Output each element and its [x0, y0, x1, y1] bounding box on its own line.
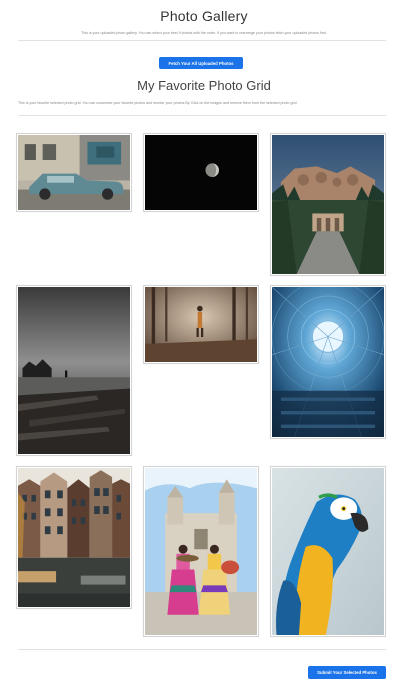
photo-glass-dome[interactable]: [270, 285, 386, 439]
photo-vintage-car-image: [18, 135, 130, 210]
grid-title: My Favorite Photo Grid: [137, 78, 271, 93]
photo-moon[interactable]: [143, 133, 259, 212]
photo-macaw[interactable]: [270, 466, 386, 637]
photo-stormy-shore-image: [18, 287, 130, 454]
photo-foggy-forest-image: [145, 287, 257, 362]
photo-macaw-image: [272, 468, 384, 635]
gallery-description: This is your uploaded photo gallery. You…: [81, 31, 327, 35]
photo-traditional-dress[interactable]: [143, 466, 259, 637]
gallery-title: Photo Gallery: [160, 8, 248, 24]
photo-vintage-car[interactable]: [16, 133, 132, 212]
photo-foggy-forest[interactable]: [143, 285, 259, 364]
grid-description: This is your favorite selected photo gri…: [18, 101, 298, 105]
photo-canal-houses-image: [18, 468, 130, 607]
photo-traditional-dress-image: [145, 468, 257, 635]
divider: [18, 40, 386, 41]
photo-mount-rushmore[interactable]: [270, 133, 386, 276]
submit-photos-button[interactable]: Submit Your Selected Photos: [308, 666, 386, 679]
divider: [18, 649, 386, 650]
divider: [18, 115, 386, 116]
photo-stormy-shore[interactable]: [16, 285, 132, 456]
photo-moon-image: [145, 135, 257, 210]
photo-mount-rushmore-image: [272, 135, 384, 274]
photo-glass-dome-image: [272, 287, 384, 437]
fetch-photos-button[interactable]: Fetch Your All Uploaded Photos: [159, 57, 243, 69]
photo-canal-houses[interactable]: [16, 466, 132, 609]
